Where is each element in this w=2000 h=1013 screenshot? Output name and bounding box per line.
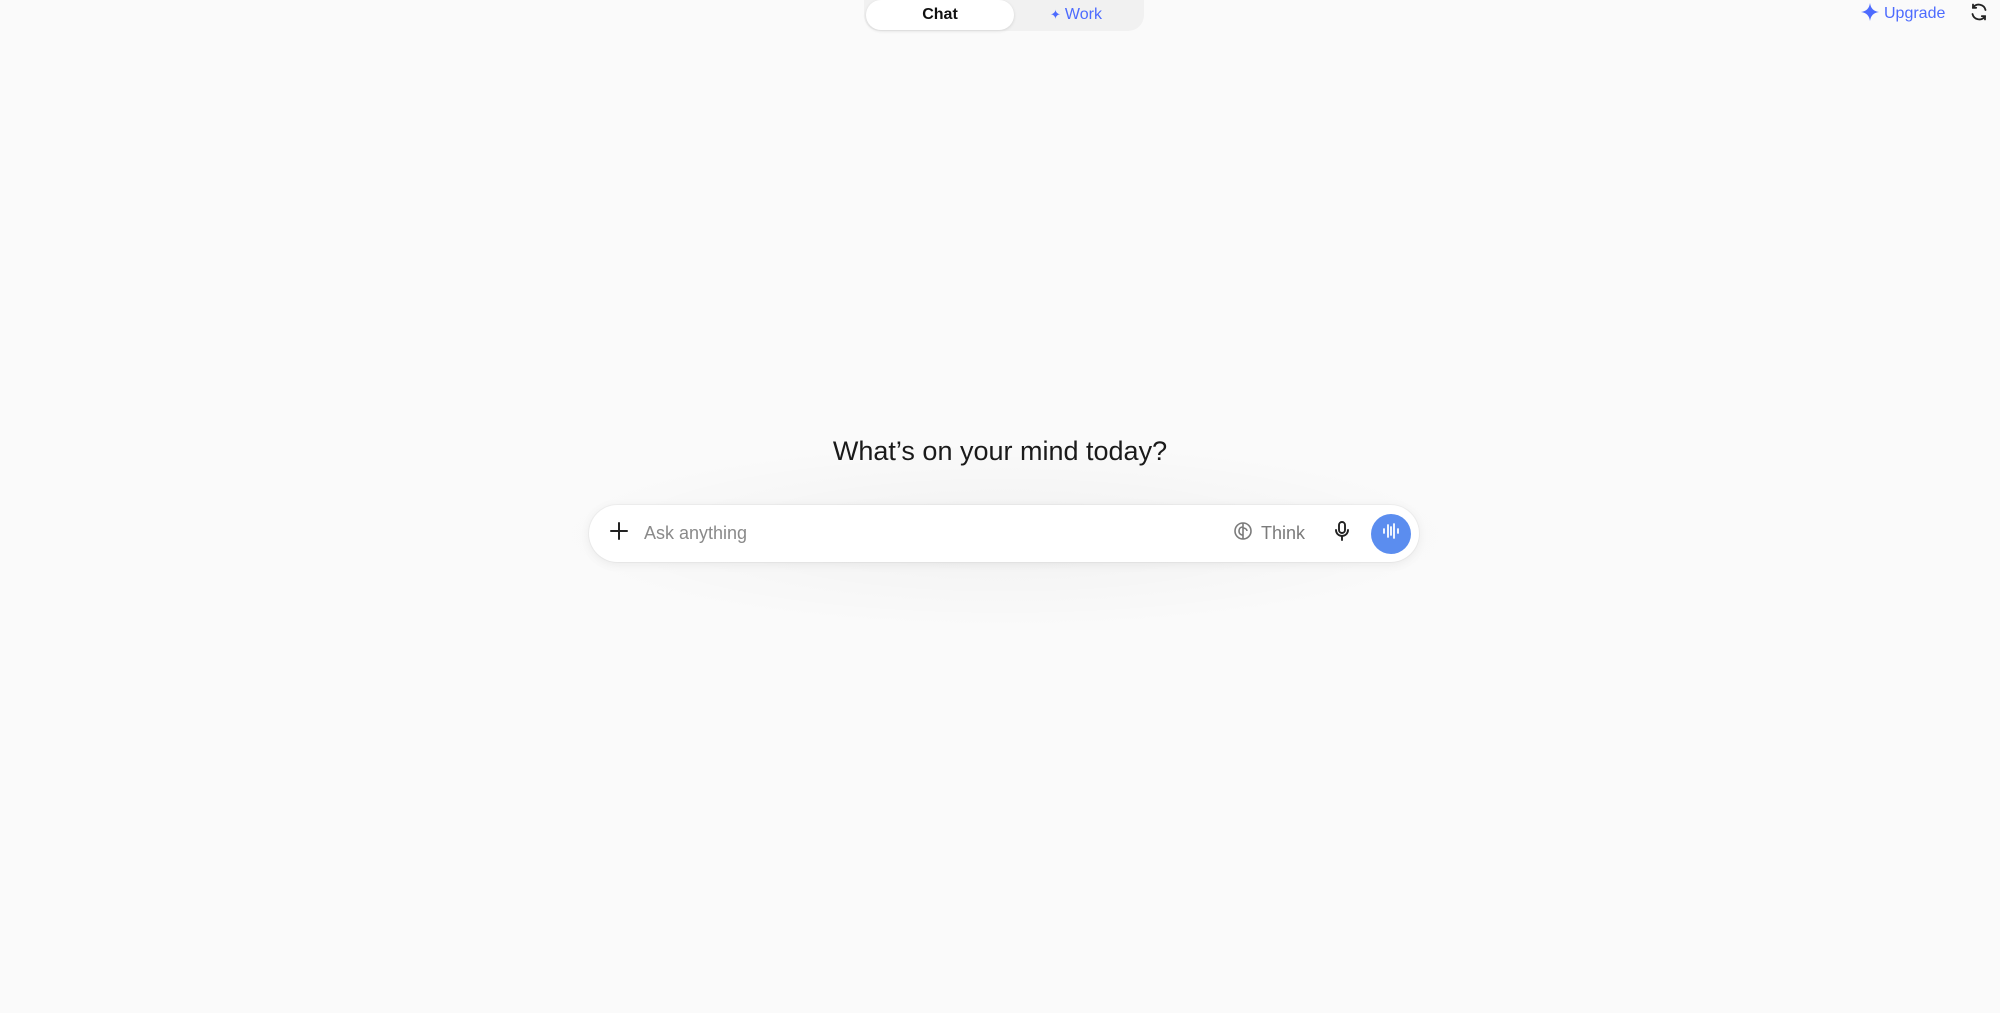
chat-composer: Think bbox=[589, 505, 1419, 562]
microphone-icon bbox=[1332, 520, 1352, 547]
tab-chat-label: Chat bbox=[922, 5, 958, 23]
attach-button[interactable] bbox=[602, 517, 636, 551]
microphone-button[interactable] bbox=[1325, 517, 1359, 551]
upgrade-button[interactable]: Upgrade bbox=[1860, 2, 1945, 26]
upgrade-label: Upgrade bbox=[1884, 5, 1946, 22]
refresh-icon bbox=[1969, 2, 1989, 27]
brain-icon bbox=[1233, 521, 1253, 546]
sparkle-icon: ✦ bbox=[1050, 6, 1061, 22]
think-label: Think bbox=[1260, 523, 1305, 543]
voice-mode-button[interactable] bbox=[1371, 513, 1411, 554]
app-page: Chat ✦ Work Upgrade What’s on your mind … bbox=[0, 0, 2000, 1013]
plus-icon bbox=[609, 521, 629, 546]
sparkle-icon bbox=[1860, 2, 1880, 27]
tab-work[interactable]: ✦ Work bbox=[1014, 0, 1138, 30]
think-button[interactable]: Think bbox=[1233, 521, 1305, 546]
tab-work-label: Work bbox=[1064, 5, 1102, 23]
mode-switcher: Chat ✦ Work bbox=[864, 0, 1144, 31]
refresh-button[interactable] bbox=[1967, 2, 1991, 26]
tab-chat[interactable]: Chat bbox=[866, 0, 1014, 30]
ask-input[interactable] bbox=[644, 513, 1233, 554]
voice-wave-icon bbox=[1381, 521, 1401, 546]
